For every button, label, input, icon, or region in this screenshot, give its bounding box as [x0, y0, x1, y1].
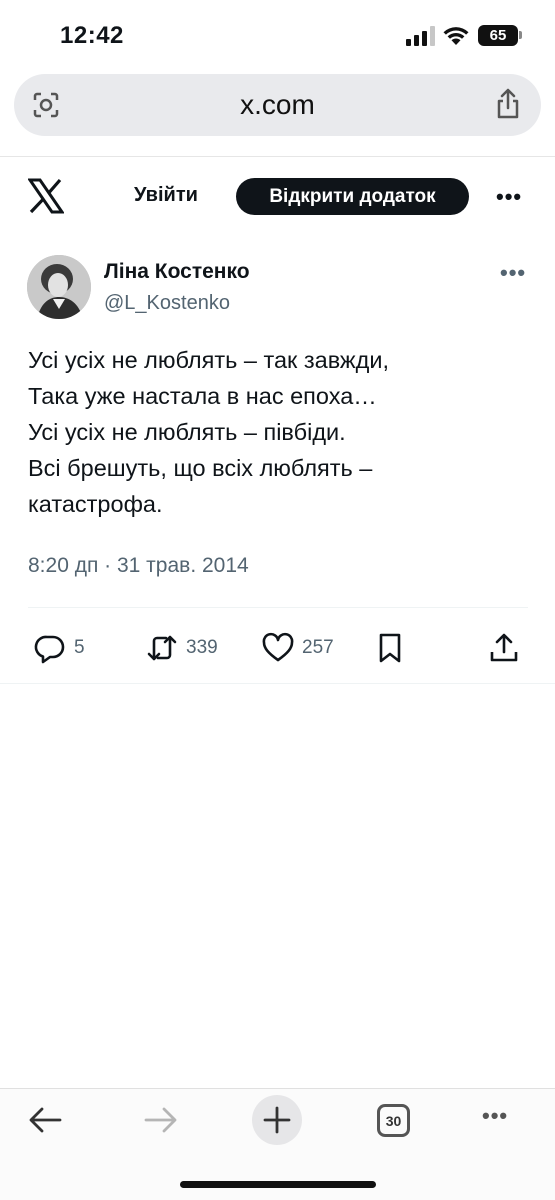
tweet-line: катастрофа. [28, 491, 163, 517]
battery-indicator: 65 [478, 25, 518, 46]
battery-tip [519, 31, 522, 39]
back-arrow-icon[interactable] [28, 1105, 62, 1135]
tweet-line: Така уже настала в нас епоха… [28, 383, 377, 409]
like-count: 257 [302, 637, 334, 658]
retweet-button[interactable]: 339 [146, 628, 218, 668]
cellular-signal-icon [406, 26, 435, 46]
wifi-icon [443, 27, 469, 45]
tweet-line: Усі усіх не люблять – пiвбіди. [28, 419, 346, 445]
reply-button[interactable]: 5 [34, 628, 85, 668]
x-logo-icon[interactable] [28, 178, 64, 214]
address-bar[interactable]: x.com [14, 74, 541, 136]
share-tweet-button[interactable] [488, 628, 520, 668]
tweet-more-icon[interactable]: ••• [500, 260, 526, 286]
forward-arrow-icon[interactable] [144, 1105, 178, 1135]
heart-icon [262, 632, 294, 662]
plus-icon [263, 1106, 291, 1134]
login-link[interactable]: Увійти [134, 184, 198, 207]
status-time: 12:42 [60, 22, 124, 49]
retweet-count: 339 [186, 637, 218, 658]
retweet-icon [147, 635, 177, 661]
tabs-count-button[interactable]: 30 [377, 1104, 410, 1137]
divider [28, 607, 528, 608]
url-text[interactable]: x.com [14, 89, 541, 121]
bookmark-button[interactable] [374, 628, 406, 668]
divider [0, 683, 555, 684]
tweet-timestamp[interactable]: 8:20 дп · 31 трав. 2014 [28, 554, 249, 578]
new-tab-button[interactable] [252, 1095, 302, 1145]
author-name[interactable]: Ліна Костенко [104, 260, 250, 284]
avatar[interactable] [27, 255, 91, 319]
bookmark-icon [379, 633, 401, 663]
tweet-text: Усі усіх не люблять – так завжди, Така у… [28, 342, 528, 522]
like-button[interactable]: 257 [262, 628, 334, 668]
share-icon[interactable] [495, 88, 521, 120]
status-bar: 12:42 65 [0, 0, 555, 64]
tweet-actions: 5 339 257 [0, 628, 555, 668]
browser-menu-icon[interactable]: ••• [482, 1103, 508, 1129]
avatar-portrait-icon [27, 255, 91, 319]
reply-icon [34, 635, 65, 664]
author-handle[interactable]: @L_Kostenko [104, 292, 230, 315]
divider [0, 156, 555, 157]
more-menu-icon[interactable]: ••• [496, 184, 524, 209]
home-indicator [180, 1181, 376, 1188]
tweet-line: Всі брешуть, що всіх люблять – [28, 455, 373, 481]
share-icon [490, 633, 518, 662]
reply-count: 5 [74, 637, 85, 658]
open-app-button[interactable]: Відкрити додаток [236, 178, 469, 215]
tweet-line: Усі усіх не люблять – так завжди, [28, 347, 390, 373]
